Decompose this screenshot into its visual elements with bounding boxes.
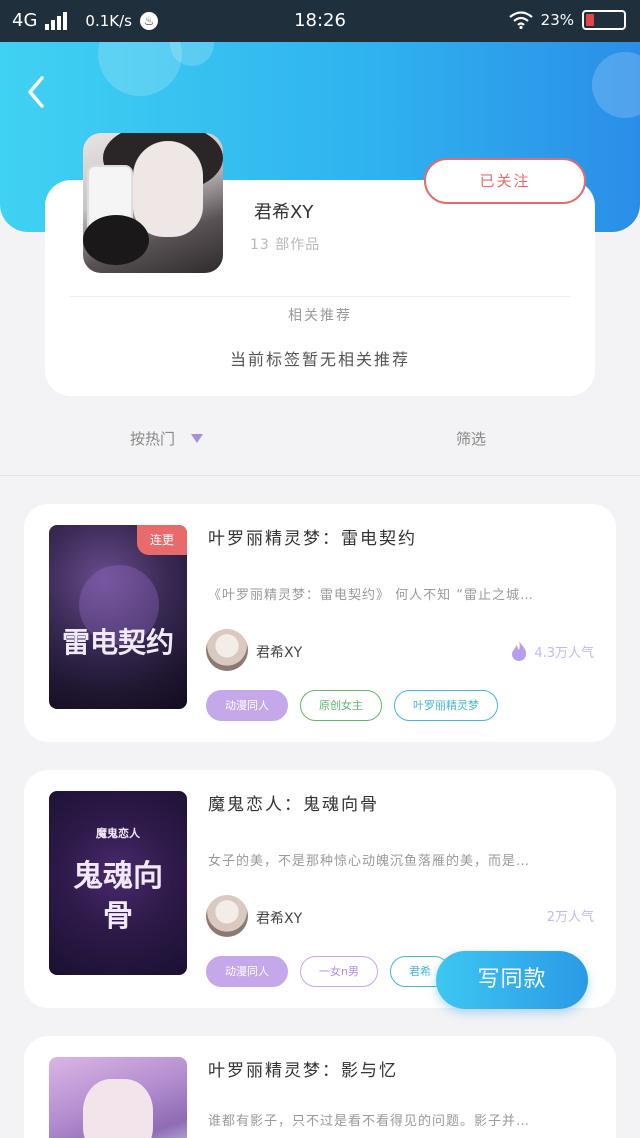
status-badge: 连更 [137, 525, 187, 555]
avatar-hand [83, 215, 149, 265]
status-right: 23% [508, 10, 626, 30]
popularity-value: 2万人气 [546, 910, 594, 925]
book-author: 君希XY [256, 645, 303, 661]
cover-title: 雷电契约 [61, 626, 174, 659]
cover-decor [83, 1079, 153, 1138]
recommend-empty-text: 当前标签暂无相关推荐 [229, 350, 410, 369]
book-title: 叶罗丽精灵梦：雷电契约 [208, 529, 417, 549]
book-author: 君希XY [256, 911, 303, 927]
book-title: 魔鬼恋人：鬼魂向骨 [208, 795, 379, 815]
book-description: 女子的美，不是那种惊心动魄沉鱼落雁的美，而是… [208, 854, 531, 869]
chevron-left-icon [28, 76, 44, 108]
book-description: 《叶罗丽精灵梦：雷电契约》 何人不知 “雷止之城… [208, 588, 534, 603]
author-mini-avatar[interactable] [206, 629, 248, 671]
book-card[interactable]: 雷电契约 连更 叶罗丽精灵梦：雷电契约 《叶罗丽精灵梦：雷电契约》 何人不知 “… [24, 504, 616, 742]
book-cover[interactable] [49, 1057, 187, 1138]
sort-label: 按热门 [130, 430, 176, 448]
book-cover[interactable]: 魔鬼恋人 鬼魂向骨 [49, 791, 187, 975]
popularity: 4.3万人气 [510, 640, 594, 662]
tag-chip[interactable]: 动漫同人 [206, 956, 288, 987]
filter-button[interactable]: 筛选 [456, 428, 486, 449]
popularity-value: 4.3万人气 [534, 645, 594, 661]
wifi-icon [508, 11, 533, 29]
works-count: 13 部作品 [250, 237, 321, 253]
book-card[interactable]: 叶罗丽精灵梦：影与忆 谁都有影子，只不过是看不看得见的问题。影子并… [24, 1036, 616, 1138]
author-name: 君希XY [254, 202, 314, 223]
tag-chip[interactable]: 原创女主 [300, 690, 382, 721]
cover-title: 鬼魂向骨 [73, 859, 163, 934]
decor-bubble [98, 42, 182, 96]
triangle-down-icon [191, 434, 204, 443]
follow-button[interactable]: 已关注 [424, 158, 586, 204]
status-bar: 4G 0.1K/s ♨ 18:26 23% [0, 0, 640, 42]
battery-level [586, 14, 594, 26]
decor-bubble [592, 52, 640, 118]
tag-list: 动漫同人 一女n男 君希 [206, 956, 450, 987]
book-cover[interactable]: 雷电契约 连更 [49, 525, 187, 709]
tag-chip[interactable]: 叶罗丽精灵梦 [394, 690, 498, 721]
filter-bar [0, 400, 640, 476]
tag-chip[interactable]: 一女n男 [300, 956, 378, 987]
avatar-face [133, 141, 203, 237]
flame-icon [512, 641, 527, 661]
tag-list: 动漫同人 原创女主 叶罗丽精灵梦 [206, 690, 498, 721]
author-avatar[interactable] [83, 133, 223, 273]
book-description: 谁都有影子，只不过是看不看得见的问题。影子并… [208, 1114, 531, 1129]
tag-chip[interactable]: 动漫同人 [206, 690, 288, 721]
battery-percent: 23% [540, 11, 574, 29]
battery-icon [582, 10, 626, 30]
write-same-button[interactable]: 写同款 [436, 951, 588, 1009]
author-mini-avatar[interactable] [206, 895, 248, 937]
book-title: 叶罗丽精灵梦：影与忆 [208, 1061, 398, 1081]
popularity: 2万人气 [547, 906, 594, 925]
cover-subtitle: 魔鬼恋人 [96, 827, 140, 840]
divider [70, 296, 570, 297]
recommend-title: 相关推荐 [288, 308, 352, 324]
sort-dropdown[interactable]: 按热门 [130, 428, 204, 449]
back-button[interactable] [22, 74, 52, 110]
